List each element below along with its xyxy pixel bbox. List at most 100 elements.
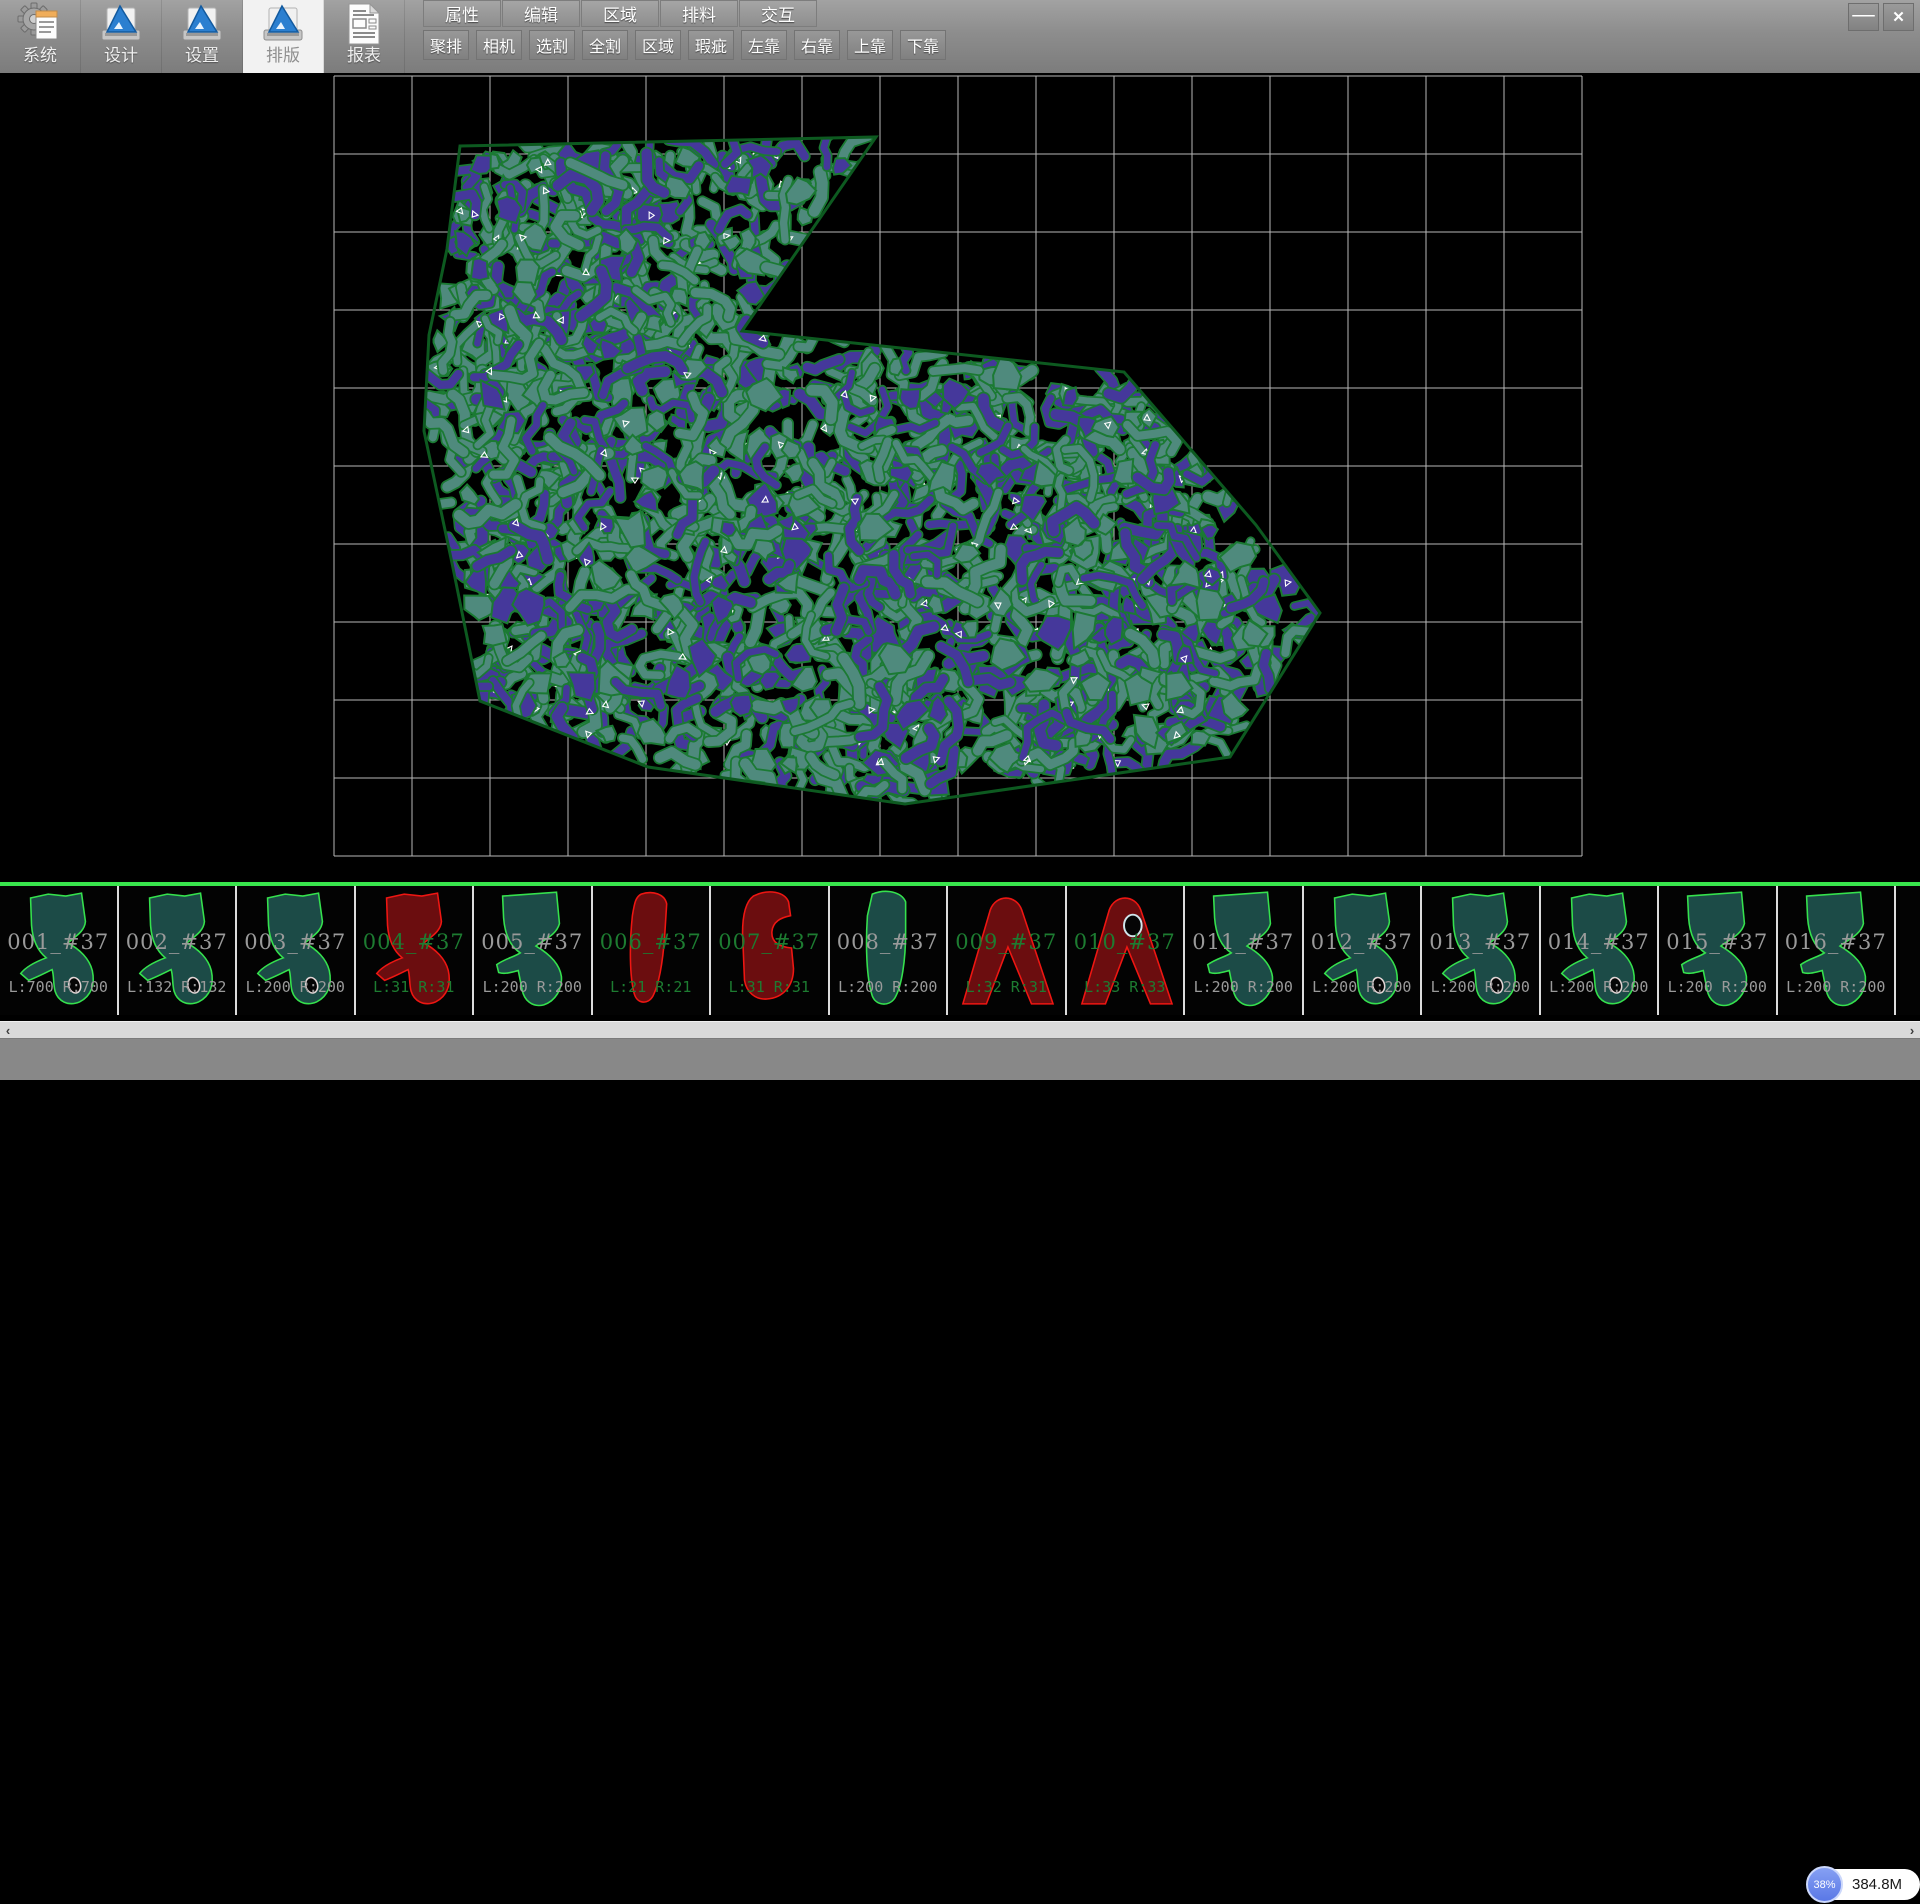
title-toolbar: 系统设计设置排版报表 属性编辑区域排料交互 聚排相机选割全割区域瑕疵左靠右靠上靠… bbox=[0, 0, 1920, 73]
piece-lr-count: L:200 R:200 bbox=[1778, 978, 1895, 996]
big-button-1[interactable]: 设计 bbox=[81, 0, 162, 73]
piece-thumbnail-7[interactable]: 007_#37 L:31 R:31 bbox=[711, 886, 830, 1015]
piece-thumbnail-13[interactable]: 013_#37 L:200 R:200 bbox=[1422, 886, 1541, 1015]
tool-button-9[interactable]: 下靠 bbox=[900, 30, 946, 60]
piece-thumbnail-15[interactable]: 015_#37 L:200 R:200 bbox=[1659, 886, 1778, 1015]
piece-lr-count: L:200 R:200 bbox=[830, 978, 947, 996]
piece-lr-count: L:200 R:200 bbox=[1659, 978, 1776, 996]
piece-name: 014_#37 bbox=[1541, 930, 1658, 954]
piece-lr-count: L: bbox=[1896, 978, 1920, 996]
set-square-icon bbox=[179, 2, 225, 46]
memory-status-badge[interactable]: 384.8M 38% bbox=[1796, 1866, 1920, 1904]
piece-lr-count: L:31 R:31 bbox=[356, 978, 473, 996]
menu-tab-4[interactable]: 交互 bbox=[739, 0, 817, 27]
piece-thumbnail-12[interactable]: 012_#37 L:200 R:200 bbox=[1304, 886, 1423, 1015]
piece-thumbnail-10[interactable]: 010_#37L:33 R:33 bbox=[1067, 886, 1186, 1015]
piece-name: 012_#37 bbox=[1304, 930, 1421, 954]
piece-lr-count: L:33 R:33 bbox=[1067, 978, 1184, 996]
window-close-button[interactable]: ✕ bbox=[1883, 3, 1914, 31]
tool-button-5[interactable]: 瑕疵 bbox=[688, 30, 734, 60]
piece-thumbnail-2[interactable]: 002_#37 L:132 R:132 bbox=[119, 886, 238, 1015]
scroll-right-arrow-icon[interactable]: › bbox=[1904, 1022, 1920, 1039]
piece-lr-count: L:200 R:200 bbox=[474, 978, 591, 996]
percent-value: 38% bbox=[1813, 1879, 1835, 1891]
piece-lr-count: L:132 R:132 bbox=[119, 978, 236, 996]
piece-thumbnail-16[interactable]: 016_#37 L:200 R:200 bbox=[1778, 886, 1897, 1015]
nesting-canvas-viewport[interactable] bbox=[0, 73, 1920, 882]
piece-thumbnail-14[interactable]: 014_#37 L:200 R:200 bbox=[1541, 886, 1660, 1015]
big-button-label: 设置 bbox=[185, 46, 219, 66]
tool-button-3[interactable]: 全割 bbox=[582, 30, 628, 60]
piece-name: 008_#37 bbox=[830, 930, 947, 954]
piece-name: 0 bbox=[1896, 930, 1920, 954]
tool-button-8[interactable]: 上靠 bbox=[847, 30, 893, 60]
piece-thumbnail-17[interactable]: 0 L: bbox=[1896, 886, 1920, 1015]
nesting-layout-drawing bbox=[0, 73, 1920, 882]
piece-thumbnail-8[interactable]: 008_#37 L:200 R:200 bbox=[830, 886, 949, 1015]
tool-button-row: 聚排相机选割全割区域瑕疵左靠右靠上靠下靠 bbox=[423, 30, 953, 62]
big-button-bar: 系统 设计 设置 排版 报表 bbox=[0, 0, 405, 73]
report-document-icon bbox=[343, 2, 385, 46]
piece-name: 003_#37 bbox=[237, 930, 354, 954]
menu-area: 属性编辑区域排料交互 聚排相机选割全割区域瑕疵左靠右靠上靠下靠 bbox=[423, 0, 1850, 73]
scroll-left-arrow-icon[interactable]: ‹ bbox=[0, 1022, 16, 1039]
piece-thumbnail-strip: 001_#37L:700 R:700002_#37L:132 R:132003_… bbox=[0, 882, 1920, 1021]
big-button-label: 排版 bbox=[266, 46, 300, 66]
menu-tab-1[interactable]: 编辑 bbox=[502, 0, 580, 27]
tool-button-7[interactable]: 右靠 bbox=[794, 30, 840, 60]
big-button-label: 报表 bbox=[347, 46, 381, 66]
piece-thumbnail-4[interactable]: 004_#37 L:31 R:31 bbox=[356, 886, 475, 1015]
piece-lr-count: L:200 R:200 bbox=[1422, 978, 1539, 996]
menu-tab-row: 属性编辑区域排料交互 bbox=[423, 0, 818, 29]
big-button-3[interactable]: 排版 bbox=[243, 0, 324, 73]
piece-name: 016_#37 bbox=[1778, 930, 1895, 954]
horizontal-scrollbar[interactable]: ‹ › bbox=[0, 1021, 1920, 1038]
tool-button-4[interactable]: 区域 bbox=[635, 30, 681, 60]
close-icon: ✕ bbox=[1892, 8, 1905, 26]
piece-thumbnail-3[interactable]: 003_#37L:200 R:200 bbox=[237, 886, 356, 1015]
menu-tab-2[interactable]: 区域 bbox=[581, 0, 659, 27]
piece-thumbnail-list: 001_#37L:700 R:700002_#37L:132 R:132003_… bbox=[0, 886, 1920, 1015]
tool-button-6[interactable]: 左靠 bbox=[741, 30, 787, 60]
piece-name: 015_#37 bbox=[1659, 930, 1776, 954]
piece-name: 007_#37 bbox=[711, 930, 828, 954]
piece-name: 001_#37 bbox=[0, 930, 117, 954]
piece-name: 002_#37 bbox=[119, 930, 236, 954]
piece-thumbnail-1[interactable]: 001_#37 L:700 R:700 bbox=[0, 886, 119, 1015]
piece-lr-count: L:200 R:200 bbox=[1304, 978, 1421, 996]
big-button-2[interactable]: 设置 bbox=[162, 0, 243, 73]
piece-name: 011_#37 bbox=[1185, 930, 1302, 954]
tool-button-1[interactable]: 相机 bbox=[476, 30, 522, 60]
piece-thumbnail-5[interactable]: 005_#37 L:200 R:200 bbox=[474, 886, 593, 1015]
piece-lr-count: L:31 R:31 bbox=[711, 978, 828, 996]
tool-button-0[interactable]: 聚排 bbox=[423, 30, 469, 60]
piece-thumbnail-11[interactable]: 011_#37 L:200 R:200 bbox=[1185, 886, 1304, 1015]
piece-name: 006_#37 bbox=[593, 930, 710, 954]
status-bar bbox=[0, 1038, 1920, 1080]
piece-lr-count: L:200 R:200 bbox=[1541, 978, 1658, 996]
piece-thumbnail-9[interactable]: 009_#37 L:32 R:31 bbox=[948, 886, 1067, 1015]
piece-lr-count: L:700 R:700 bbox=[0, 978, 117, 996]
set-square-icon bbox=[260, 2, 306, 46]
big-button-label: 系统 bbox=[23, 46, 57, 66]
menu-tab-3[interactable]: 排料 bbox=[660, 0, 738, 27]
big-button-0[interactable]: 系统 bbox=[0, 0, 81, 73]
window-minimize-button[interactable]: — bbox=[1848, 3, 1879, 31]
minimize-icon: — bbox=[1852, 7, 1875, 24]
piece-lr-count: L:200 R:200 bbox=[1185, 978, 1302, 996]
piece-name: 005_#37 bbox=[474, 930, 591, 954]
percent-circle: 38% bbox=[1806, 1866, 1843, 1903]
piece-lr-count: L:21 R:21 bbox=[593, 978, 710, 996]
piece-lr-count: L:32 R:31 bbox=[948, 978, 1065, 996]
set-square-icon bbox=[98, 2, 144, 46]
piece-name: 004_#37 bbox=[356, 930, 473, 954]
piece-name: 009_#37 bbox=[948, 930, 1065, 954]
piece-thumbnail-6[interactable]: 006_#37 L:21 R:21 bbox=[593, 886, 712, 1015]
tool-button-2[interactable]: 选割 bbox=[529, 30, 575, 60]
memory-value: 384.8M bbox=[1852, 1876, 1902, 1893]
window-controls: — ✕ bbox=[1848, 3, 1914, 31]
big-button-label: 设计 bbox=[104, 46, 138, 66]
menu-tab-0[interactable]: 属性 bbox=[423, 0, 501, 27]
big-button-4[interactable]: 报表 bbox=[324, 0, 405, 73]
piece-name: 013_#37 bbox=[1422, 930, 1539, 954]
